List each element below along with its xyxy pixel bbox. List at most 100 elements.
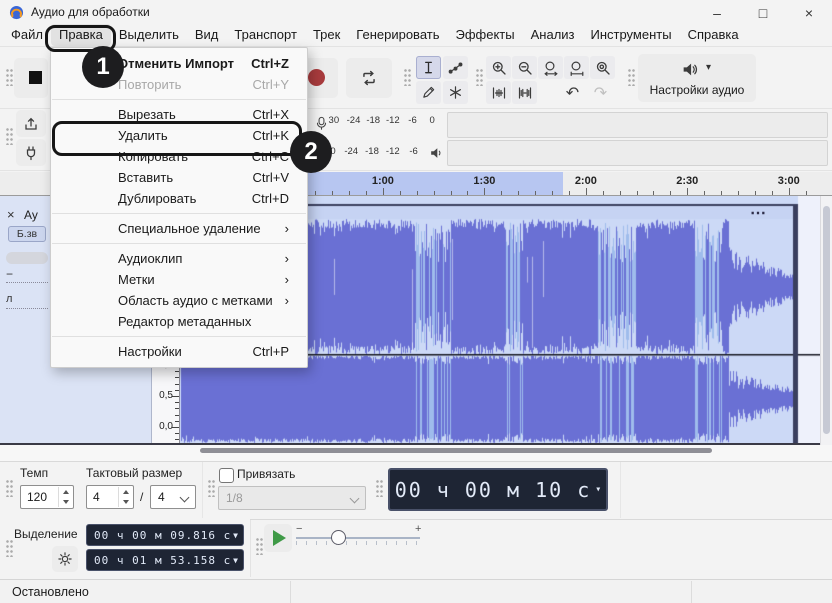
share-icon: [23, 116, 39, 132]
field-caret-icon[interactable]: ▼: [233, 531, 238, 540]
play-speed-slider-track[interactable]: [296, 537, 420, 539]
app-icon: [9, 5, 24, 20]
selection-label: Выделение: [14, 527, 78, 541]
timeline-tick: [586, 188, 587, 195]
effects-button[interactable]: [6, 252, 48, 264]
time-signature-lower-select[interactable]: 4: [150, 485, 196, 509]
record-meter[interactable]: [447, 112, 828, 138]
stop-button[interactable]: [14, 58, 48, 98]
menu-item-label: Метки: [118, 272, 285, 287]
tools-toolbar-grip[interactable]: [404, 69, 411, 86]
menu-item-labels[interactable]: Метки›: [51, 269, 307, 290]
menu-item-label: Аудиоклип: [118, 251, 285, 266]
selection-end-field[interactable]: 00 ч 01 м 53.158 с ▼: [86, 549, 244, 571]
pan-slider[interactable]: [6, 308, 48, 309]
close-icon[interactable]: ×: [786, 0, 832, 26]
audio-setup-button[interactable]: ▾ Настройки аудио: [638, 54, 756, 102]
zoom-out-button[interactable]: [512, 56, 537, 79]
menubar-item-transport[interactable]: Транспорт: [226, 24, 305, 46]
play-speed-slider-ticks: [296, 541, 420, 545]
menubar-item-edit[interactable]: Правка: [51, 24, 111, 46]
menu-item-paste[interactable]: ВставитьCtrl+V: [51, 167, 307, 188]
menu-item-delete[interactable]: УдалитьCtrl+K: [51, 125, 307, 146]
menubar-item-effects[interactable]: Эффекты: [448, 24, 523, 46]
menubar-item-help[interactable]: Справка: [680, 24, 747, 46]
zoom-in-button[interactable]: [486, 56, 511, 79]
trim-audio-button[interactable]: [486, 81, 511, 104]
playback-meter[interactable]: [447, 140, 828, 166]
tempo-input[interactable]: 120: [20, 485, 74, 509]
transport-toolbar-grip[interactable]: [6, 69, 13, 86]
time-signature-upper-input[interactable]: 4: [86, 485, 134, 509]
time-signature-toolbar-grip[interactable]: [6, 480, 13, 497]
menubar-item-select[interactable]: Выделить: [111, 24, 187, 46]
loop-button[interactable]: [346, 58, 392, 98]
snap-checkbox[interactable]: [219, 468, 234, 483]
mute-button[interactable]: Б.зв: [8, 226, 46, 242]
selection-toolbar-grip[interactable]: [6, 540, 13, 557]
record-scale-value: -12: [383, 115, 403, 126]
time-display-caret-icon[interactable]: ▾: [595, 484, 601, 495]
menu-item-metadata-editor[interactable]: Редактор метаданных: [51, 311, 307, 332]
play-at-speed-button[interactable]: [264, 524, 292, 552]
menubar-item-analyze[interactable]: Анализ: [523, 24, 583, 46]
menu-item-special-removal[interactable]: Специальное удаление›: [51, 218, 307, 239]
time-signature-spinner[interactable]: [118, 487, 132, 507]
play-speed-slider-thumb[interactable]: [331, 530, 346, 545]
playback-meter-scale: 30-24-18-12-6: [320, 146, 424, 157]
menubar-item-track[interactable]: Трек: [305, 24, 348, 46]
field-caret-icon[interactable]: ▼: [233, 556, 238, 565]
time-signature-label: Тактовый размер: [86, 466, 182, 480]
menu-item-audio-clip[interactable]: Аудиоклип›: [51, 248, 307, 269]
edit-toolbar-grip[interactable]: [476, 69, 483, 86]
silence-audio-button[interactable]: [512, 81, 537, 104]
menu-item-shortcut: Ctrl+C: [252, 149, 289, 164]
menu-item-preferences[interactable]: НастройкиCtrl+P: [51, 341, 307, 362]
audio-setup-toolbar-grip[interactable]: [628, 69, 635, 86]
timeline-tick: [569, 191, 570, 195]
zoom-toggle-button[interactable]: [590, 56, 615, 79]
menu-item-copy[interactable]: КопироватьCtrl+C: [51, 146, 307, 167]
track-close-icon[interactable]: ×: [7, 207, 15, 222]
horizontal-scrollbar[interactable]: [0, 445, 832, 461]
selection-start-field[interactable]: 00 ч 00 м 09.816 с ▼: [86, 524, 244, 546]
track-name[interactable]: Ау: [24, 208, 38, 222]
timeline-tick: [637, 191, 638, 195]
menu-item-label: Вставить: [118, 170, 253, 185]
time-display[interactable]: 00 ч 00 м 10 с ▾: [388, 468, 608, 511]
horizontal-scrollbar-thumb[interactable]: [200, 448, 712, 453]
minimize-icon[interactable]: –: [694, 0, 740, 26]
menu-item-duplicate[interactable]: ДублироватьCtrl+D: [51, 188, 307, 209]
tempo-spinner[interactable]: [58, 487, 72, 507]
maximize-icon[interactable]: □: [740, 0, 786, 26]
redo-button[interactable]: ↷: [588, 81, 613, 104]
clip-menu-icon[interactable]: ⋯: [750, 203, 768, 223]
audio-device-button[interactable]: [16, 139, 46, 166]
menu-item-cut[interactable]: ВырезатьCtrl+X: [51, 104, 307, 125]
snap-interval-select[interactable]: 1/8: [218, 486, 366, 510]
vertical-scrollbar-thumb[interactable]: [823, 206, 830, 434]
play-speed-toolbar-grip[interactable]: [256, 538, 263, 555]
gain-slider[interactable]: [6, 282, 48, 283]
fit-selection-button[interactable]: [538, 56, 563, 79]
share-toolbar-grip[interactable]: [6, 128, 13, 145]
time-toolbar-grip[interactable]: [376, 480, 383, 497]
menubar-item-view[interactable]: Вид: [187, 24, 227, 46]
selection-tool-button[interactable]: [416, 56, 441, 79]
menubar-item-generate[interactable]: Генерировать: [348, 24, 447, 46]
menu-item-label: Редактор метаданных: [118, 314, 289, 329]
menu-item-labeled-audio[interactable]: Область аудио с метками›: [51, 290, 307, 311]
menu-item-label: Специальное удаление: [118, 221, 285, 236]
snapping-toolbar-grip[interactable]: [208, 480, 215, 497]
menubar-item-tools[interactable]: Инструменты: [583, 24, 680, 46]
fit-project-button[interactable]: [564, 56, 589, 79]
share-audio-button[interactable]: [16, 110, 46, 137]
selection-options-button[interactable]: [52, 546, 78, 572]
undo-button[interactable]: ↶: [560, 81, 585, 104]
multi-tool-button[interactable]: [443, 81, 468, 104]
vertical-scrollbar[interactable]: [820, 196, 832, 445]
timeline-tick: [620, 191, 621, 195]
envelope-tool-button[interactable]: [443, 56, 468, 79]
draw-tool-button[interactable]: [416, 81, 441, 104]
menubar-item-file[interactable]: Файл: [3, 24, 51, 46]
